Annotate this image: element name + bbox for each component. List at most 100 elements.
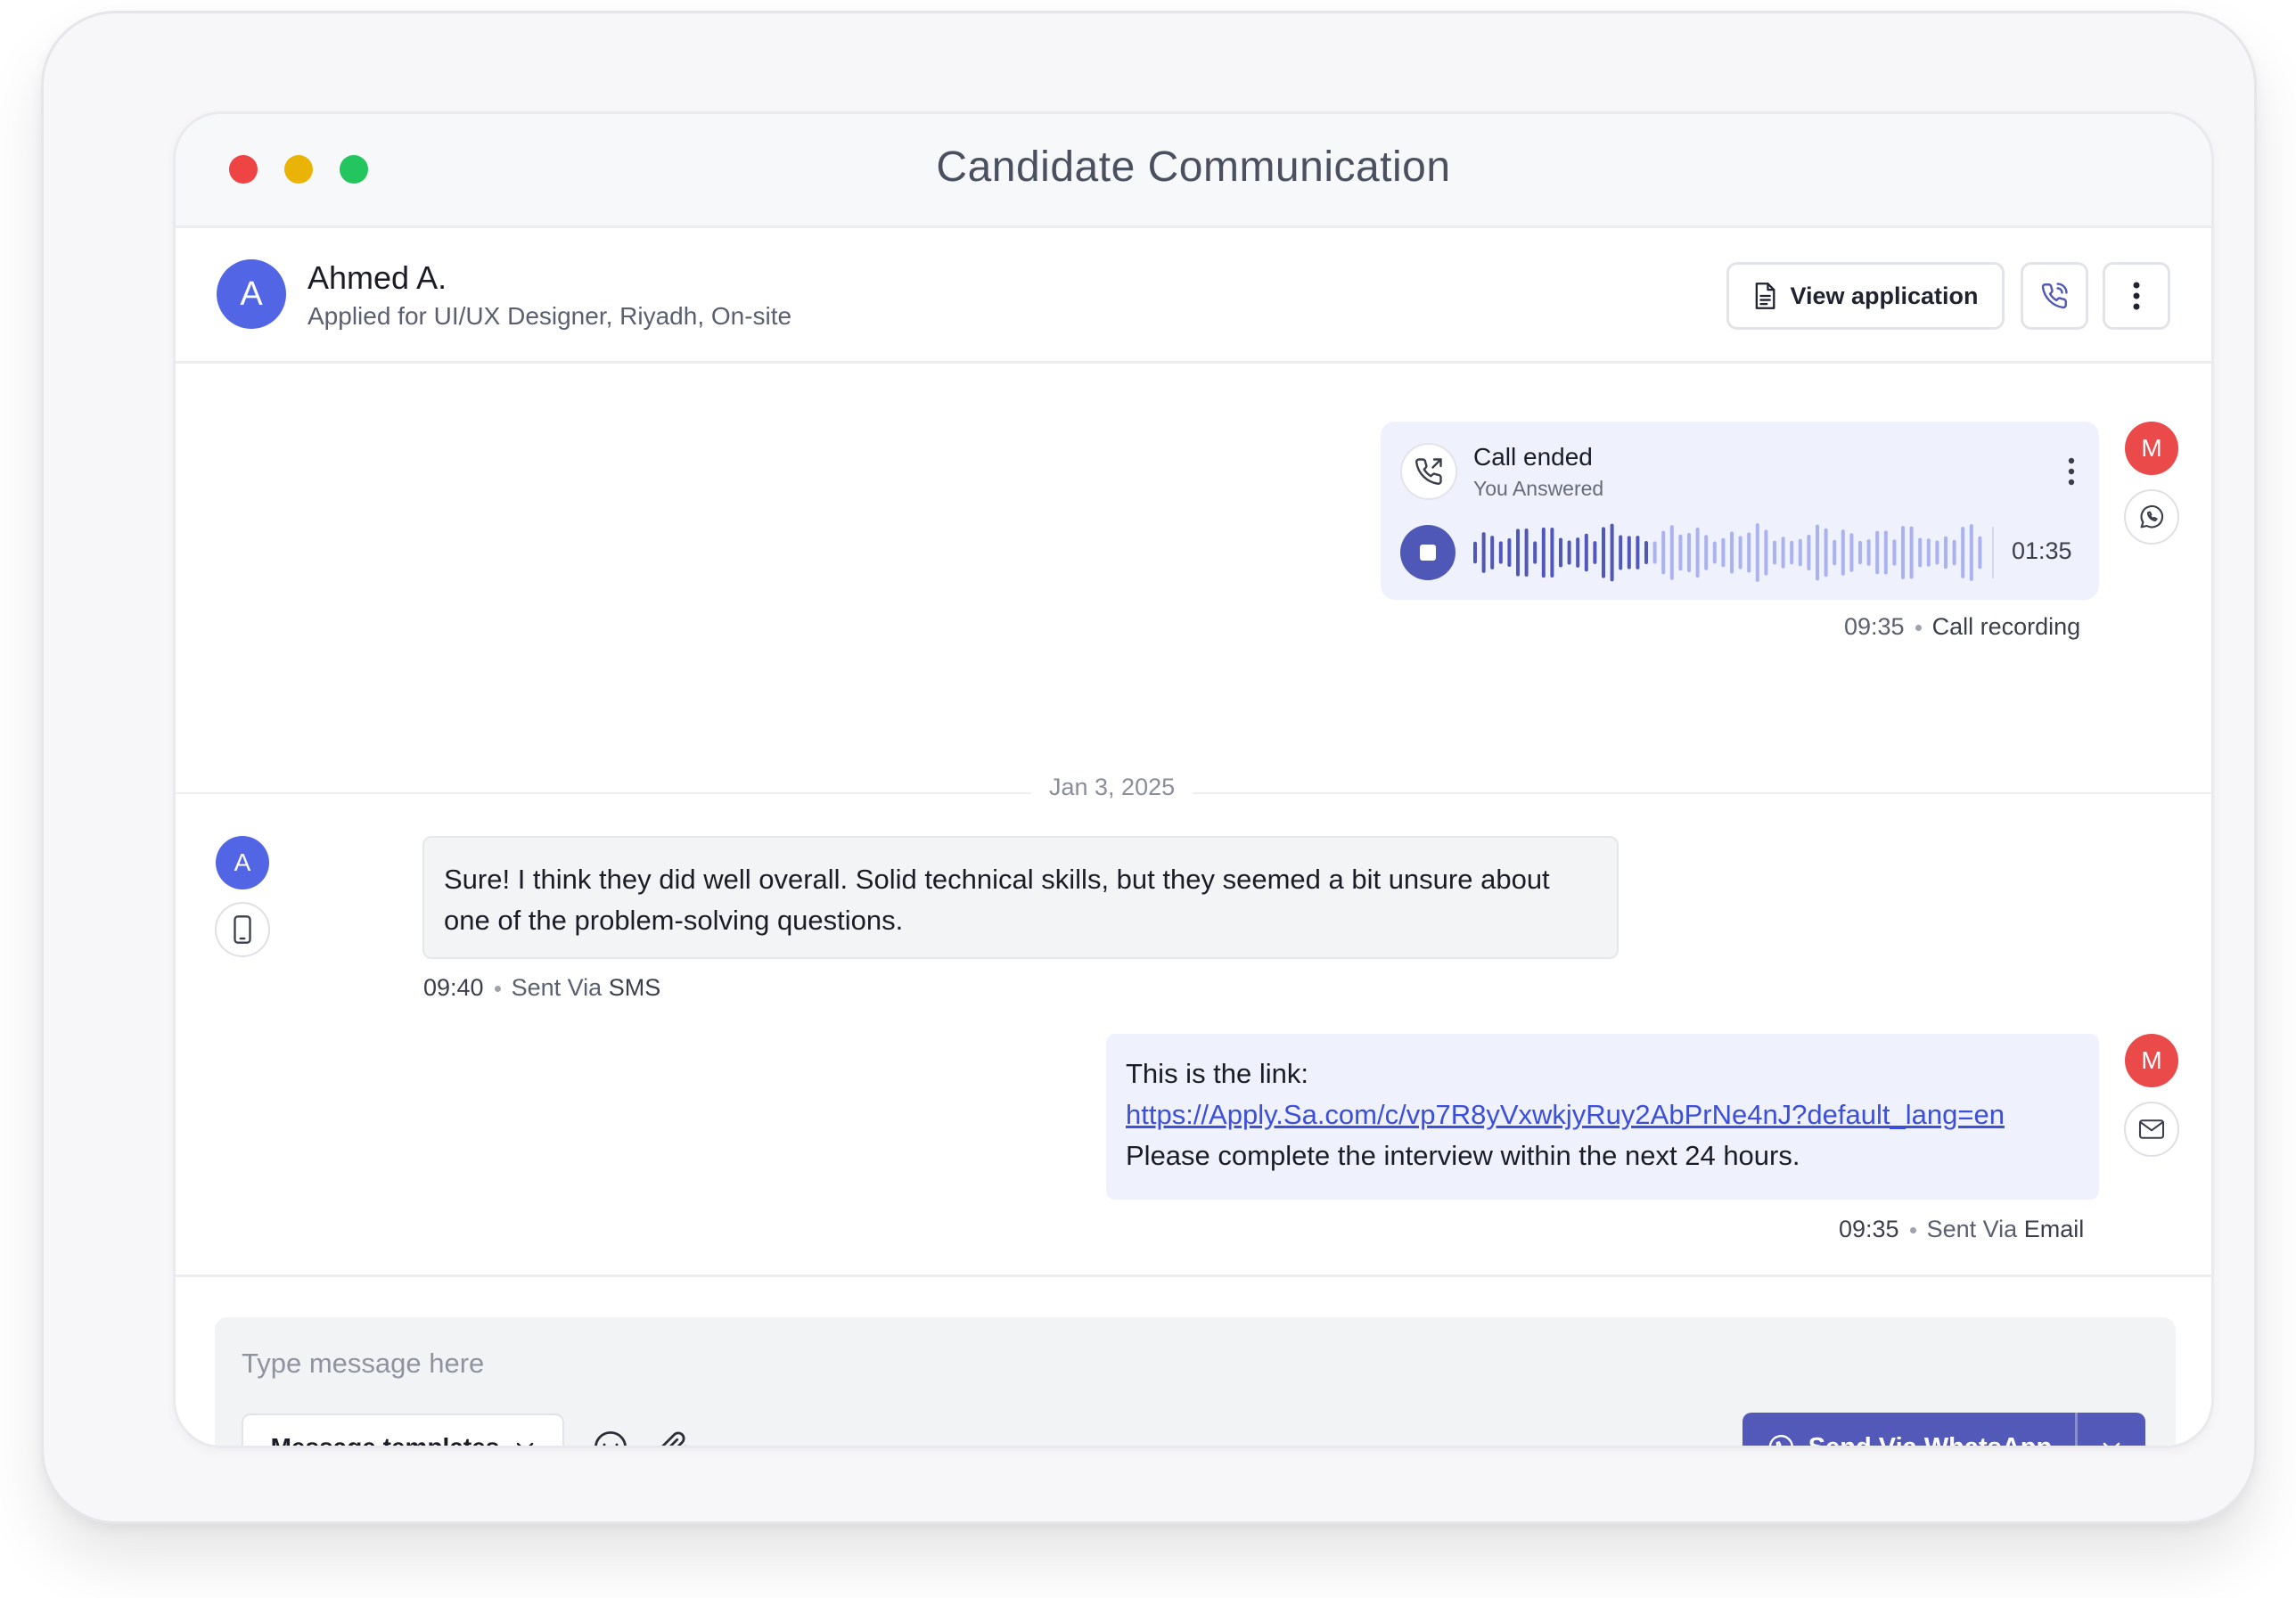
waveform-bar [1918, 537, 1923, 568]
waveform-bar [1644, 541, 1648, 564]
waveform-bar [1730, 531, 1734, 574]
waveform-bar [1773, 540, 1776, 565]
waveform-bar [1661, 530, 1666, 575]
waveform-bar [1781, 537, 1785, 569]
candidate-message-avatar: A [216, 836, 269, 889]
candidate-subtitle: Applied for UI/UX Designer, Riyadh, On-s… [308, 302, 792, 330]
message-time: 09:35 [1839, 1216, 1899, 1242]
waveform-bar [1926, 538, 1931, 567]
waveform-bar [1892, 539, 1897, 566]
waveform-bar [1541, 527, 1546, 578]
channel-badge [2124, 489, 2179, 545]
date-divider: Jan 3, 2025 [1031, 774, 1193, 801]
waveform-bar [1678, 534, 1683, 571]
waveform-bar [1550, 528, 1554, 578]
sender-avatar: M [2125, 1034, 2178, 1087]
mail-icon [2138, 1119, 2165, 1139]
outer-frame: Candidate Communication A Ahmed A. Appli… [41, 11, 2257, 1524]
waveform-bar [1619, 535, 1623, 570]
message-line: This is the link: [1126, 1058, 1309, 1089]
audio-waveform[interactable] [1470, 521, 1987, 584]
waveform-bar [1610, 523, 1614, 582]
composer-divider [176, 1274, 2211, 1277]
message-bubble-outgoing: This is the link: https://Apply.Sa.com/c… [1106, 1034, 2099, 1200]
waveform-bar [1490, 536, 1495, 570]
emoji-button[interactable] [589, 1426, 632, 1446]
call-recording-card: Call ended You Answered 01:35 [1381, 422, 2099, 600]
send-button-group: Send Via WhatsApp [1742, 1413, 2145, 1448]
call-label: Call recording [1931, 613, 2081, 640]
send-options-dropdown[interactable] [2078, 1413, 2145, 1446]
message-line: Please complete the interview within the… [1126, 1140, 1800, 1171]
waveform-bar [1524, 528, 1529, 578]
view-application-button[interactable]: View application [1726, 262, 2005, 330]
message-meta: 09:35 Sent Via Email [1839, 1216, 2084, 1243]
waveform-bar [1875, 530, 1880, 575]
waveform-bar [1866, 539, 1871, 566]
message-bubble-incoming: Sure! I think they did well overall. Sol… [422, 836, 1619, 959]
waveform-bar [1849, 533, 1854, 572]
waveform-bar [1636, 536, 1640, 570]
message-meta: 09:40 Sent Via SMS [423, 974, 660, 1002]
waveform-bar [1669, 525, 1674, 580]
waveform-bar [1961, 527, 1965, 578]
call-time: 09:35 [1844, 613, 1905, 640]
channel-badge [215, 902, 270, 957]
whatsapp-icon [1768, 1435, 1793, 1446]
mobile-icon [234, 915, 251, 944]
waveform-bar [1473, 541, 1477, 564]
waveform-bar [1627, 536, 1631, 570]
waveform-bar [1481, 532, 1486, 573]
waveform-bar [1858, 540, 1862, 565]
call-outgoing-icon [1415, 458, 1442, 485]
waveform-bar [1712, 541, 1717, 564]
waveform-bar [1755, 523, 1759, 582]
message-link[interactable]: https://Apply.Sa.com/c/vp7R8yVxwkjyRuy2A… [1126, 1099, 2005, 1130]
waveform-bar [1969, 524, 1973, 581]
chevron-down-icon [2103, 1442, 2120, 1446]
window-title: Candidate Communication [936, 143, 1451, 191]
message-templates-dropdown[interactable]: Message templates [242, 1414, 564, 1448]
waveform-bar [1909, 526, 1914, 579]
waveform-bar [1738, 536, 1742, 570]
app-window: Candidate Communication A Ahmed A. Appli… [173, 111, 2214, 1448]
waveform-bar [1952, 539, 1956, 566]
view-application-label: View application [1790, 282, 1979, 309]
waveform-bar [1764, 529, 1768, 576]
title-bar: Candidate Communication [176, 114, 2211, 228]
attach-button[interactable] [652, 1426, 694, 1446]
sent-via-label: Sent Via [511, 974, 603, 1001]
message-channel: Email [2023, 1216, 2085, 1242]
waveform-bar [1704, 535, 1709, 570]
waveform-bar [1584, 533, 1588, 572]
more-options-button[interactable] [2103, 262, 2170, 330]
waveform-bar [1824, 528, 1828, 578]
waveform-bar [1944, 536, 1948, 570]
conversation-header: A Ahmed A. Applied for UI/UX Designer, R… [176, 228, 2211, 364]
channel-badge [2124, 1102, 2179, 1157]
waveform-bar [1901, 526, 1905, 579]
waveform-bar [1798, 538, 1802, 567]
waveform-bar [1816, 524, 1819, 581]
call-button[interactable] [2021, 262, 2088, 330]
stop-playback-button[interactable] [1400, 525, 1456, 580]
call-more-button[interactable] [2067, 457, 2076, 490]
waveform-bar [1516, 529, 1520, 577]
waveform-bar [1559, 537, 1562, 568]
waveform-bar [1721, 537, 1726, 568]
whatsapp-icon [2140, 504, 2164, 529]
waveform-bar [1687, 533, 1691, 572]
candidate-avatar: A [217, 259, 286, 329]
message-input[interactable] [242, 1344, 1489, 1383]
candidate-name: Ahmed A. [308, 259, 447, 296]
waveform-bar [1695, 527, 1700, 578]
phone-call-icon [2041, 283, 2068, 309]
send-label: Send Via WhatsApp [1808, 1432, 2053, 1448]
waveform-bar [1790, 540, 1794, 565]
call-ended-icon-wrap [1400, 443, 1457, 500]
message-templates-label: Message templates [270, 1433, 500, 1448]
call-meta: 09:35 Call recording [1844, 613, 2080, 641]
waveform-bar [1567, 540, 1571, 565]
send-via-whatsapp-button[interactable]: Send Via WhatsApp [1742, 1413, 2075, 1448]
stop-icon [1420, 545, 1436, 561]
